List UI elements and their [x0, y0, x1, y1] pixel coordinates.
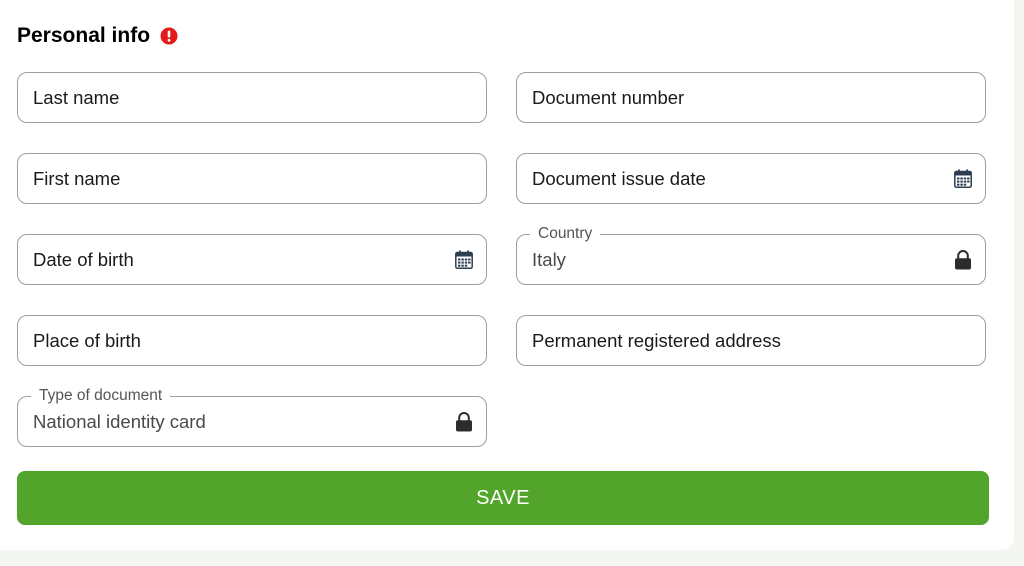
country-field: Country Italy — [516, 224, 986, 285]
document-number-field[interactable]: Document number — [516, 72, 986, 123]
place-of-birth-field[interactable]: Place of birth — [17, 315, 487, 366]
document-issue-date-field[interactable]: Document issue date — [516, 153, 986, 204]
save-button[interactable]: SAVE — [17, 471, 989, 525]
section-title: Personal info — [17, 24, 151, 47]
country-value: Italy — [532, 248, 566, 270]
permanent-address-placeholder: Permanent registered address — [532, 329, 781, 351]
first-name-placeholder: First name — [33, 167, 121, 189]
document-issue-date-placeholder: Document issue date — [532, 167, 706, 189]
lock-icon — [454, 411, 474, 432]
last-name-placeholder: Last name — [33, 86, 120, 108]
document-number-placeholder: Document number — [532, 86, 685, 108]
calendar-icon[interactable] — [953, 169, 973, 189]
exclamation-circle-icon — [160, 27, 178, 45]
permanent-address-field[interactable]: Permanent registered address — [516, 315, 986, 366]
calendar-icon[interactable] — [454, 250, 474, 270]
type-of-document-field: Type of document National identity card — [17, 386, 487, 447]
lock-icon — [953, 249, 973, 270]
section-header: Personal info — [17, 22, 178, 50]
type-of-document-value: National identity card — [33, 410, 206, 432]
last-name-field[interactable]: Last name — [17, 72, 487, 123]
date-of-birth-placeholder: Date of birth — [33, 248, 134, 270]
date-of-birth-field[interactable]: Date of birth — [17, 234, 487, 285]
place-of-birth-placeholder: Place of birth — [33, 329, 141, 351]
personal-info-card: Personal info Last name First name Date … — [0, 0, 1014, 550]
first-name-field[interactable]: First name — [17, 153, 487, 204]
